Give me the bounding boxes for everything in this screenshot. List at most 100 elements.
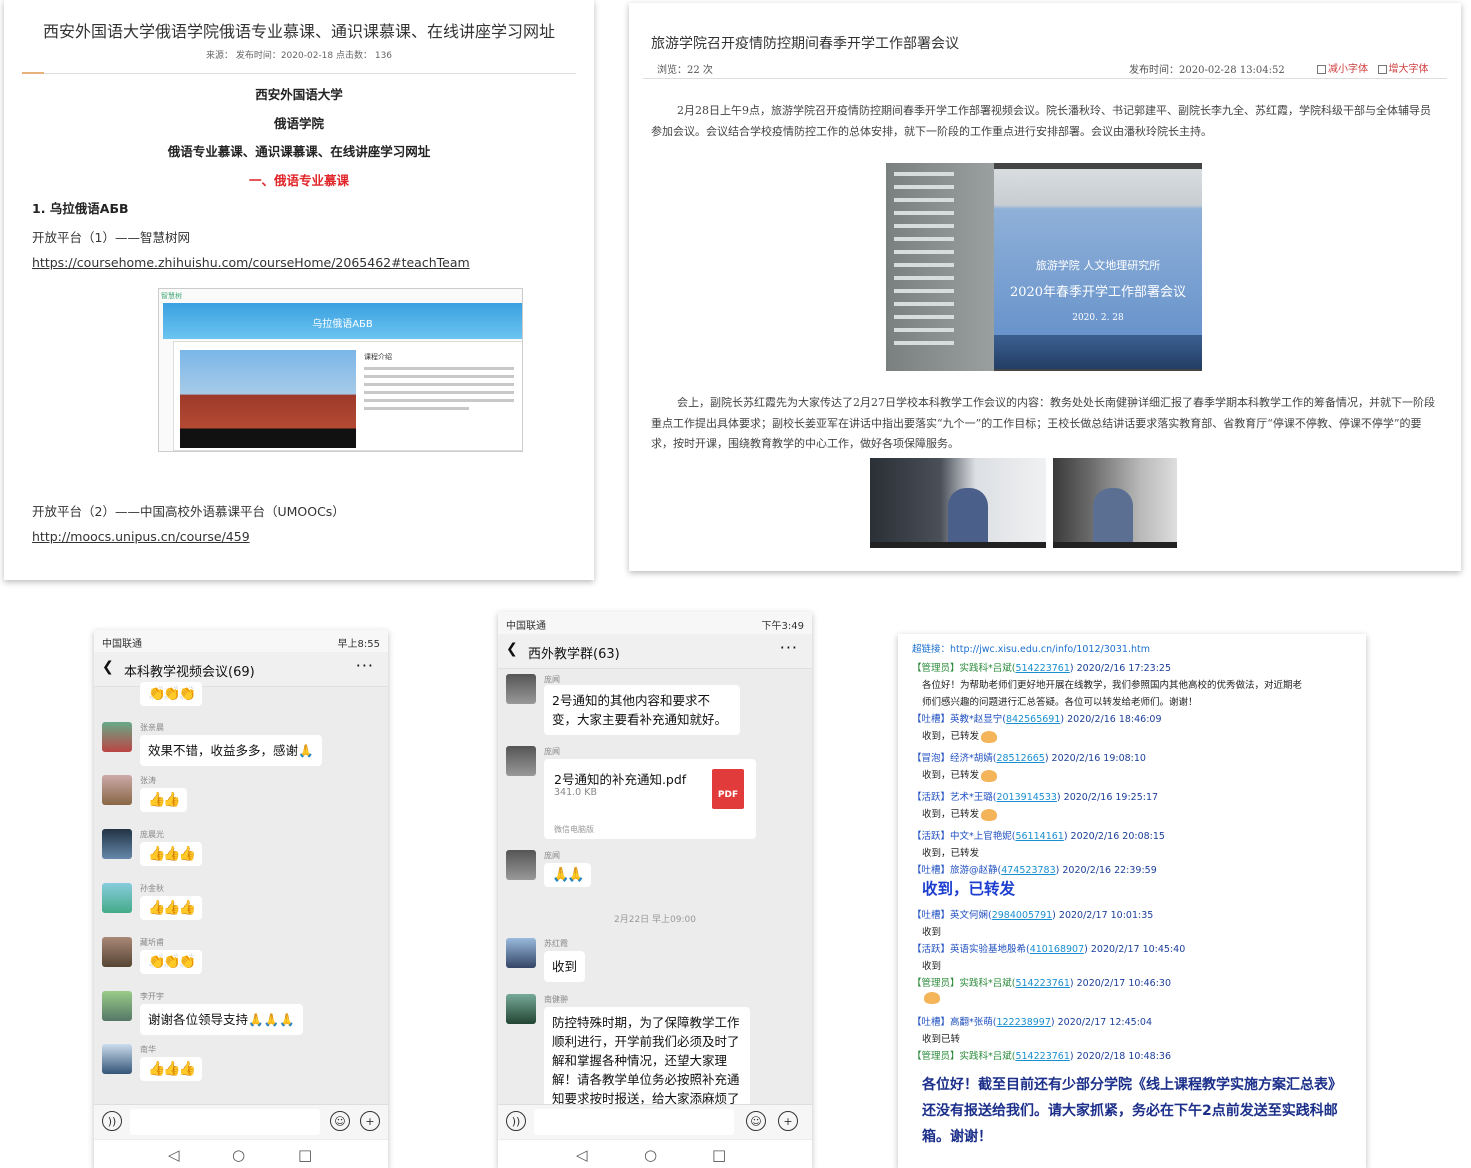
back-arrow-icon[interactable]: ❮ — [102, 659, 114, 675]
message-bubble[interactable]: 2号通知的其他内容和要求不变，大家主要看补充通知就好。 — [544, 685, 740, 735]
message-text: 收到 — [922, 927, 942, 938]
plus-icon[interactable]: + — [778, 1111, 798, 1131]
chat-log-header: 【管理员】实践科*吕斌(514223761) 2020/2/17 10:46:3… — [912, 975, 1171, 989]
message-bubble[interactable]: 👏👏👏 — [140, 950, 203, 974]
teacher-photo-2 — [1053, 458, 1177, 548]
font-size-controls: 减小字体 增大字体 — [1317, 60, 1429, 75]
message-time: ) 2020/2/16 22:39:59 — [1055, 865, 1157, 876]
platform-1-label: 开放平台（1）——智慧树网 — [32, 230, 190, 245]
avatar[interactable] — [102, 1044, 132, 1074]
avatar[interactable] — [506, 994, 536, 1024]
shared-screen: 旅游学院 人文地理研究所 2020年春季开学工作部署会议 2020. 2. 28 — [994, 169, 1202, 369]
pdf-file-icon: PDF — [712, 769, 744, 809]
back-arrow-icon[interactable]: ❮ — [506, 641, 518, 657]
carrier-label: 中国联通 — [506, 621, 546, 632]
sender-name: 苏红霞 — [544, 939, 568, 948]
sender-id-link[interactable]: 2013914533 — [996, 792, 1056, 803]
course-links-page: 西安外国语大学俄语学院俄语专业慕课、通识课慕课、在线讲座学习网址 来源： 发布时… — [4, 0, 594, 580]
applause-emoji-icon — [981, 808, 998, 821]
avatar[interactable] — [102, 937, 132, 967]
avatar[interactable] — [102, 775, 132, 805]
status-bar: 中国联通 下午3:49 — [498, 612, 812, 634]
sender-tag: 【吐槽】英文何娴( — [912, 910, 992, 921]
message-bubble[interactable]: 👏👏👏 — [140, 682, 203, 706]
nav-back-icon[interactable]: ◁ — [576, 1146, 588, 1164]
nav-back-icon[interactable]: ◁ — [168, 1146, 180, 1164]
message-bubble[interactable]: 效果不错，收益多多，感谢🙏 — [140, 735, 322, 766]
font-smaller-button[interactable]: 减小字体 — [1317, 64, 1368, 75]
sender-id-link[interactable]: 28512665 — [996, 753, 1044, 764]
applause-emoji-icon — [981, 769, 998, 782]
font-smaller-label: 减小字体 — [1328, 64, 1368, 75]
system-nav-bar: ◁ ○ □ — [498, 1140, 812, 1168]
message-bubble[interactable]: 防控特殊时期，为了保障教学工作顺利进行，开学前我们必须及时了解和掌握各种情况，还… — [544, 1007, 750, 1111]
avatar[interactable] — [102, 991, 132, 1021]
avatar[interactable] — [102, 829, 132, 859]
chat-message: 👏👏👏 — [94, 682, 388, 712]
message-text: 收到，已转发 — [922, 770, 980, 781]
avatar[interactable] — [102, 722, 132, 752]
sender-id-link[interactable]: 514223761 — [1015, 663, 1069, 674]
campus-silhouette — [994, 335, 1202, 369]
more-options-icon[interactable]: ··· — [780, 638, 798, 657]
message-text: 各位好！为帮助老师们更好地开展在线教学，我们参照国内其他高校的优秀做法，对近期老 — [922, 680, 1303, 691]
message-input[interactable] — [130, 1109, 320, 1135]
file-size: 341.0 KB — [554, 787, 597, 798]
meeting-photo: 旅游学院 人文地理研究所 2020年春季开学工作部署会议 2020. 2. 28 — [886, 163, 1202, 371]
nav-recent-icon[interactable]: □ — [298, 1146, 312, 1164]
sender-id-link[interactable]: 122238997 — [996, 1017, 1050, 1028]
emoji-icon[interactable]: ☺ — [746, 1111, 766, 1131]
avatar[interactable] — [506, 850, 536, 880]
sender-id-link[interactable]: 410168907 — [1030, 944, 1084, 955]
chat-log-message — [922, 992, 940, 1004]
message-time: ) 2020/2/17 10:45:40 — [1084, 944, 1186, 955]
emoji-icon[interactable]: ☺ — [330, 1111, 350, 1131]
message-bubble[interactable]: 👍👍 — [140, 788, 187, 812]
sender-id-link[interactable]: 56114161 — [1015, 831, 1063, 842]
message-bubble[interactable]: 👍👍👍 — [140, 842, 203, 866]
file-attachment[interactable]: 2号通知的补充通知.pdf 341.0 KB PDF 微信电脑版 — [544, 759, 756, 839]
message-bubble[interactable]: 收到 — [544, 951, 586, 982]
sender-tag: 【管理员】实践科*吕斌( — [912, 663, 1016, 674]
file-source: 微信电脑版 — [554, 825, 594, 834]
course-cover-image[interactable] — [180, 350, 356, 448]
course-banner-title: 乌拉俄语АБВ — [312, 319, 373, 330]
font-larger-button[interactable]: 增大字体 — [1377, 64, 1429, 75]
nav-home-icon[interactable]: ○ — [644, 1146, 657, 1164]
participant-list — [886, 163, 994, 371]
avatar[interactable] — [102, 883, 132, 913]
message-bubble[interactable]: 🙏🙏 — [544, 863, 591, 887]
avatar[interactable] — [506, 938, 536, 968]
sender-name: 李开宇 — [140, 992, 164, 1001]
message-bubble[interactable]: 谢谢各位领导支持🙏🙏🙏 — [140, 1004, 303, 1035]
voice-icon[interactable]: )) — [506, 1111, 526, 1131]
sender-id-link[interactable]: 514223761 — [1015, 1051, 1069, 1062]
chat-log-header: 【吐槽】英教*赵显宁(842565691) 2020/2/16 18:46:09 — [912, 711, 1162, 725]
article-paragraph-1: 2月28日上午9点，旅游学院召开疫情防控期间春季开学工作部署视频会议。院长潘秋玲… — [651, 104, 1431, 138]
nav-home-icon[interactable]: ○ — [232, 1146, 245, 1164]
link-line[interactable]: 超链接：http://jwc.xisu.edu.cn/info/1012/303… — [912, 641, 1150, 655]
sender-id-link[interactable]: 2984005791 — [992, 910, 1052, 921]
nav-recent-icon[interactable]: □ — [712, 1146, 726, 1164]
sender-name: 张涛 — [140, 776, 156, 785]
voice-icon[interactable]: )) — [102, 1111, 122, 1131]
chat-log-header: 【活跃】英语实验基地殷希(410168907) 2020/2/17 10:45:… — [912, 941, 1185, 955]
sender-id-link[interactable]: 514223761 — [1015, 978, 1069, 989]
course-link-2[interactable]: http://moocs.unipus.cn/course/459 — [32, 529, 250, 544]
sender-tag: 【冒泡】经济*胡婧( — [912, 753, 997, 764]
message-bubble[interactable]: 👍👍👍 — [140, 896, 203, 920]
more-options-icon[interactable]: ··· — [356, 656, 374, 675]
avatar[interactable] — [506, 746, 536, 776]
message-bubble[interactable]: 👍👍👍 — [140, 1057, 203, 1081]
platform-2-label: 开放平台（2）——中国高校外语慕课平台（UMOOCs） — [32, 504, 345, 519]
sender-tag: 【管理员】实践科*吕斌( — [912, 1051, 1016, 1062]
news-article-page: 旅游学院召开疫情防控期间春季开学工作部署会议 浏览：22 次 发布时间：2020… — [629, 3, 1461, 571]
sender-id-link[interactable]: 842565691 — [1006, 714, 1060, 725]
message-input[interactable] — [534, 1109, 734, 1135]
chat-log-message: 收到，已转发 — [922, 767, 998, 782]
sender-name: 藏圻甫 — [140, 938, 164, 947]
course-link-1[interactable]: https://coursehome.zhihuishu.com/courseH… — [32, 255, 470, 270]
sender-id-link[interactable]: 474523783 — [1001, 865, 1055, 876]
plus-icon[interactable]: + — [360, 1111, 380, 1131]
avatar[interactable] — [506, 674, 536, 704]
